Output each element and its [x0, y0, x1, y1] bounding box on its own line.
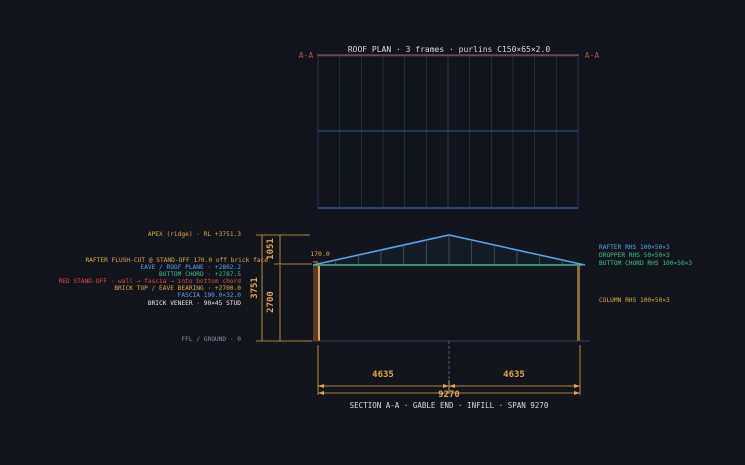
section-marker-left: A-A: [299, 51, 314, 60]
label-apex: APEX (ridge) · RL +3751.3: [148, 231, 241, 238]
callouts-left: APEX (ridge) · RL +3751.3 RAFTER FLUSH-C…: [58, 231, 268, 343]
label-ffl-ground: FFL / GROUND · 0: [181, 336, 241, 343]
roof-plan: ROOF PLAN · 3 frames · purlins C150×65×2…: [299, 45, 600, 209]
brick-veneer-left: [313, 266, 318, 341]
label-fascia: FASCIA 190.0×32.0: [178, 292, 242, 299]
label-brick-veneer: BRICK VENEER · 90×45 STUD: [148, 300, 241, 307]
standoff-dim: 170.0: [310, 250, 330, 258]
section-title: SECTION A-A · GABLE END · INFILL · SPAN …: [350, 401, 549, 410]
label-column-rhs: COLUMN RHS 100×50×3: [599, 297, 670, 304]
dim-total-height: 3751: [250, 277, 260, 299]
drawing-canvas: ROOF PLAN · 3 frames · purlins C150×65×2…: [58, 45, 692, 410]
label-brick-top: BRICK TOP / EAVE BEARING · +2700.0: [114, 285, 241, 292]
dim-span: 9270: [438, 390, 460, 400]
dim-half-span-left: 4635: [372, 370, 394, 380]
section-view: 170.0 3751 1051 2700 4635 4635 9270 SECT…: [250, 234, 590, 410]
label-rafter-flush-cut: RAFTER FLUSH-CUT @ STAND-OFF 170.0 off b…: [85, 257, 268, 264]
vertical-dimensions: [256, 234, 312, 342]
section-marker-right: A-A: [585, 51, 600, 60]
roof-plan-title: ROOF PLAN · 3 frames · purlins C150×65×2…: [348, 45, 550, 54]
dim-wall-height: 2700: [266, 291, 276, 313]
label-bottom-chord: BOTTOM CHORD · +2787.5: [159, 271, 241, 278]
label-rafter-rhs: RAFTER RHS 100×50×3: [599, 244, 670, 251]
label-eave-roof-plane: EAVE / ROOF PLANE · +2802.2: [140, 264, 241, 271]
label-dropper-rhs: DROPPER RHS 50×50×3: [599, 252, 670, 259]
column-left: [318, 266, 320, 341]
dim-half-span-right: 4635: [503, 370, 525, 380]
label-red-standoff: RED STAND-OFF · wall → fascia → into bot…: [58, 278, 241, 285]
callouts-right: RAFTER RHS 100×50×3 DROPPER RHS 50×50×3 …: [599, 244, 692, 304]
column-right: [577, 266, 580, 341]
label-bottom-chord-rhs: BOTTOM CHORD RHS 100×50×3: [599, 260, 692, 267]
